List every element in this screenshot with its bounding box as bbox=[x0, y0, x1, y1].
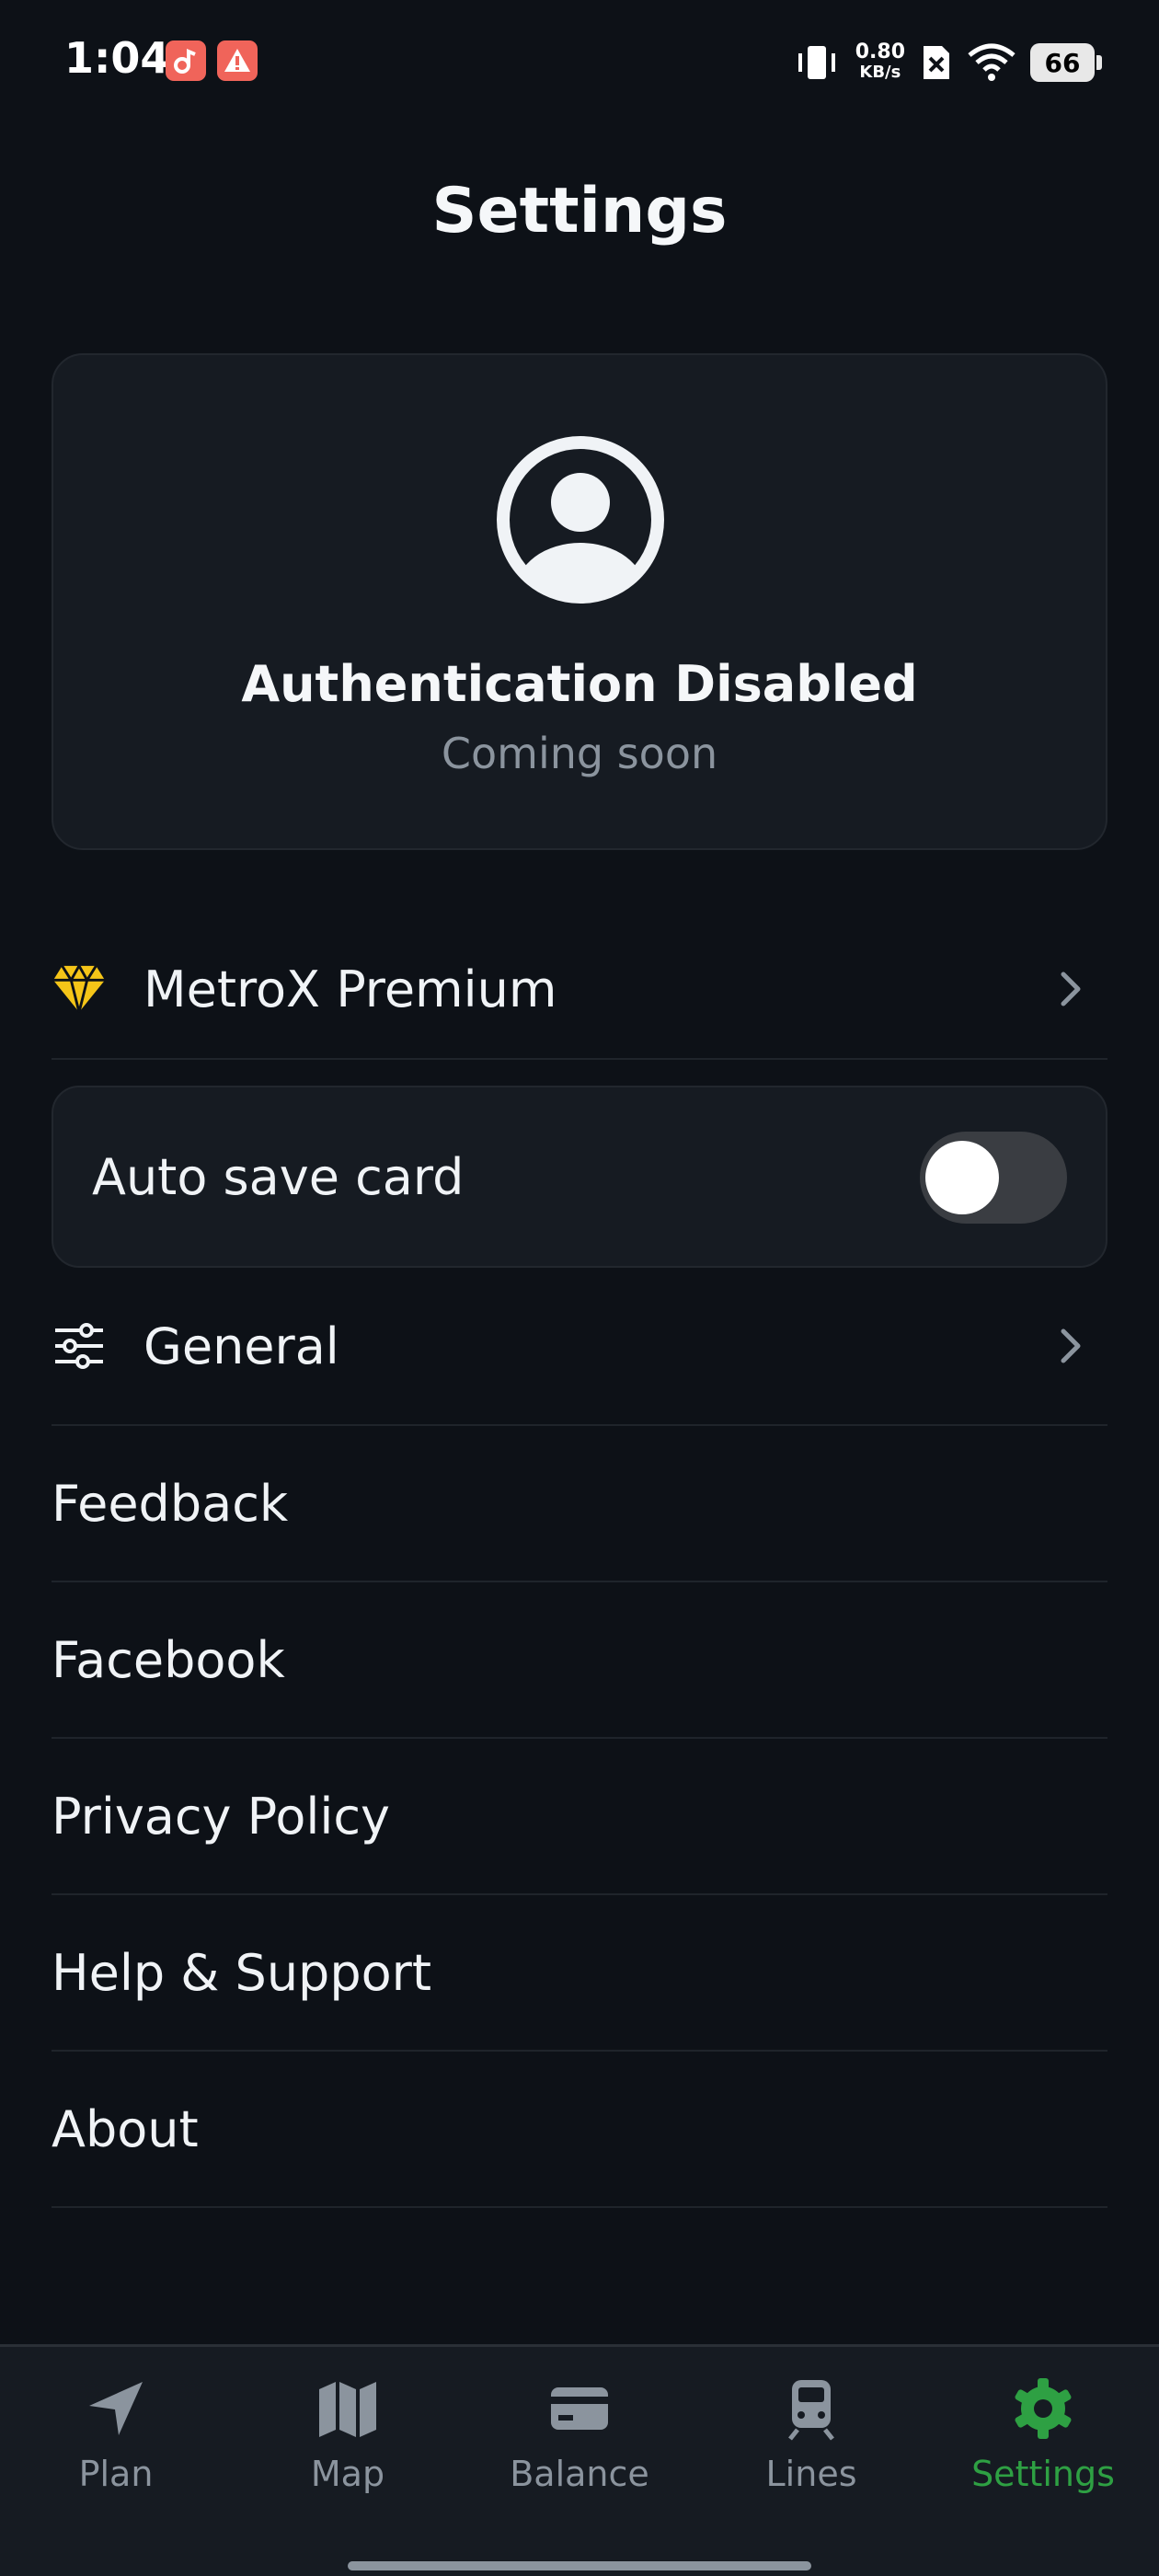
nav-map-label: Map bbox=[310, 2454, 385, 2494]
general-row[interactable]: General bbox=[52, 1268, 1107, 1426]
warning-app-icon bbox=[217, 40, 258, 81]
gear-icon bbox=[1015, 2378, 1072, 2439]
premium-row[interactable]: MetroX Premium bbox=[52, 920, 1107, 1060]
auth-title: Authentication Disabled bbox=[241, 655, 918, 713]
network-speed: 0.80 KB/s bbox=[855, 40, 905, 83]
chevron-right-icon bbox=[1061, 1328, 1081, 1363]
auto-save-card: Auto save card bbox=[52, 1086, 1107, 1268]
vibrate-icon bbox=[798, 46, 835, 79]
nav-balance[interactable]: Balance bbox=[464, 2376, 695, 2514]
general-label: General bbox=[143, 1317, 339, 1375]
map-icon bbox=[319, 2382, 376, 2437]
feedback-label: Feedback bbox=[52, 1474, 289, 1533]
nav-lines-label: Lines bbox=[765, 2454, 857, 2494]
card-icon bbox=[551, 2387, 608, 2430]
chevron-right-icon bbox=[1061, 972, 1081, 1006]
about-row[interactable]: About bbox=[52, 2052, 1107, 2208]
train-icon bbox=[788, 2380, 834, 2441]
diamond-icon bbox=[52, 961, 107, 1017]
premium-label: MetroX Premium bbox=[143, 960, 557, 1018]
wifi-icon bbox=[968, 43, 1016, 81]
sliders-icon bbox=[52, 1318, 107, 1374]
user-avatar-icon bbox=[497, 436, 664, 604]
about-label: About bbox=[52, 2099, 199, 2158]
status-time: 1:04 bbox=[64, 33, 170, 83]
facebook-label: Facebook bbox=[52, 1630, 285, 1689]
page-title: Settings bbox=[431, 175, 728, 247]
status-bar: 1:04 0.80 KB/s 66 bbox=[0, 0, 1159, 124]
toggle-knob bbox=[925, 1141, 999, 1214]
navigation-arrow-icon bbox=[89, 2382, 143, 2435]
privacy-policy-row[interactable]: Privacy Policy bbox=[52, 1739, 1107, 1895]
nav-settings-label: Settings bbox=[971, 2454, 1115, 2494]
auto-save-label: Auto save card bbox=[92, 1148, 465, 1206]
nav-settings[interactable]: Settings bbox=[927, 2376, 1159, 2514]
privacy-policy-label: Privacy Policy bbox=[52, 1787, 391, 1846]
facebook-row[interactable]: Facebook bbox=[52, 1582, 1107, 1739]
battery-level: 66 bbox=[1044, 47, 1081, 78]
nav-balance-label: Balance bbox=[510, 2454, 649, 2494]
help-support-row[interactable]: Help & Support bbox=[52, 1895, 1107, 2052]
feedback-row[interactable]: Feedback bbox=[52, 1426, 1107, 1582]
auth-card: Authentication Disabled Coming soon bbox=[52, 353, 1107, 850]
help-support-label: Help & Support bbox=[52, 1943, 432, 2002]
music-app-icon bbox=[166, 40, 206, 81]
battery-icon: 66 bbox=[1030, 43, 1102, 82]
nav-plan[interactable]: Plan bbox=[0, 2376, 232, 2514]
auto-save-toggle[interactable] bbox=[920, 1132, 1067, 1224]
nav-map[interactable]: Map bbox=[232, 2376, 464, 2514]
nav-lines[interactable]: Lines bbox=[695, 2376, 927, 2514]
bottom-nav: Plan Map Balance Lines Settings bbox=[0, 2344, 1159, 2576]
nav-plan-label: Plan bbox=[78, 2454, 154, 2494]
no-sim-icon bbox=[924, 46, 949, 79]
auth-subtitle: Coming soon bbox=[441, 729, 718, 778]
home-indicator bbox=[348, 2561, 811, 2570]
